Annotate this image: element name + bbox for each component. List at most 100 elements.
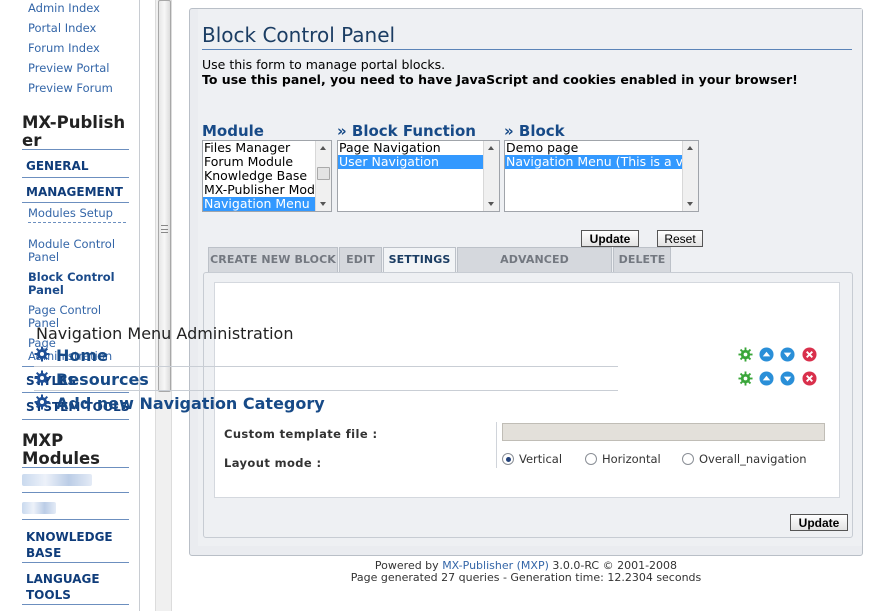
page-footer: Powered by MX-Publisher (MXP) 3.0.0-RC ©… <box>189 560 863 584</box>
divider <box>22 419 129 420</box>
radio-label: Overall_navigation <box>699 452 807 466</box>
block-label: » Block <box>504 122 565 140</box>
gear-icon[interactable] <box>34 394 50 410</box>
custom-template-input[interactable] <box>502 423 825 441</box>
block-function-option-selected[interactable]: User Navigation <box>338 155 499 169</box>
module-option[interactable]: Knowledge Base <box>203 169 331 183</box>
sidebar-link-portal-index[interactable]: Portal Index <box>28 22 96 35</box>
module-option[interactable]: Forum Module <box>203 155 331 169</box>
javascript-warning: To use this panel, you need to have Java… <box>202 72 798 87</box>
module-option[interactable]: MX-Publisher Mod <box>203 183 331 197</box>
sidebar-link-module-control-panel[interactable]: Module Control Panel <box>28 238 128 264</box>
module-option-selected[interactable]: Navigation Menu <box>203 197 331 211</box>
divider <box>22 562 129 563</box>
admin-sidebar: Admin Index Portal Index Forum Index Pre… <box>0 0 140 611</box>
listbox-scrollbar[interactable] <box>315 141 331 211</box>
divider <box>22 149 129 150</box>
listbox-scrollbar[interactable] <box>682 141 698 211</box>
layout-mode-label: Layout mode : <box>224 456 322 470</box>
delete-icon[interactable] <box>802 347 817 362</box>
custom-template-label: Custom template file : <box>224 427 378 441</box>
divider <box>22 492 129 493</box>
intro-text: Use this form to manage portal blocks. <box>202 57 446 72</box>
listbox-scrollbar[interactable] <box>483 141 499 211</box>
tab-advanced-permissions[interactable]: ADVANCED PERMISSIONS <box>457 247 612 290</box>
frame-scrollbar[interactable] <box>155 0 172 611</box>
divider <box>496 422 497 468</box>
layout-option-vertical[interactable]: Vertical <box>502 452 562 466</box>
gear-icon[interactable] <box>34 346 50 362</box>
divider <box>34 366 618 367</box>
divider <box>28 222 126 223</box>
scrollbar-thumb[interactable] <box>317 167 330 180</box>
block-function-label: » Block Function <box>337 122 476 140</box>
scroll-up-arrow-icon[interactable] <box>687 146 693 150</box>
block-function-select[interactable]: Page Navigation User Navigation <box>337 140 500 212</box>
divider <box>22 467 129 468</box>
divider <box>22 392 129 393</box>
sidebar-section-general[interactable]: GENERAL <box>26 158 88 174</box>
blurred-module-link[interactable] <box>22 474 92 486</box>
delete-icon[interactable] <box>802 371 817 386</box>
scroll-down-arrow-icon[interactable] <box>687 202 693 206</box>
layout-option-overall-navigation[interactable]: Overall_navigation <box>682 452 807 466</box>
move-down-icon[interactable] <box>780 371 795 386</box>
tab-delete[interactable]: DELETE <box>613 247 671 272</box>
block-select[interactable]: Demo page Navigation Menu (This is a v <box>504 140 699 212</box>
gear-icon[interactable] <box>34 370 50 386</box>
move-up-icon[interactable] <box>759 347 774 362</box>
edit-gear-icon[interactable] <box>738 347 753 362</box>
scroll-up-arrow-icon[interactable] <box>320 146 326 150</box>
add-navigation-category-link[interactable]: Add new Navigation Category <box>56 394 325 414</box>
scroll-down-arrow-icon[interactable] <box>320 202 326 206</box>
main-content-frame: Block Control Panel Use this form to man… <box>189 8 863 556</box>
edit-gear-icon[interactable] <box>738 371 753 386</box>
block-option-selected[interactable]: Navigation Menu (This is a v <box>505 155 682 169</box>
sidebar-link-block-control-panel[interactable]: Block Control Panel <box>28 271 128 297</box>
nav-category-resources[interactable]: Resources <box>56 370 149 390</box>
page-title: Block Control Panel <box>202 23 396 47</box>
block-function-option[interactable]: Page Navigation <box>338 141 499 155</box>
sidebar-mxp-modules-title: MXP Modules <box>22 431 100 468</box>
sidebar-link-forum-index[interactable]: Forum Index <box>28 42 100 55</box>
tab-create-new-block[interactable]: CREATE NEW BLOCK <box>208 247 338 272</box>
reset-button[interactable]: Reset <box>657 230 703 247</box>
update-button[interactable]: Update <box>581 230 639 247</box>
radio-button[interactable] <box>585 453 597 465</box>
sidebar-module-knowledge-base[interactable]: KNOWLEDGE BASE <box>26 529 116 561</box>
move-down-icon[interactable] <box>780 347 795 362</box>
nav-admin-title: Navigation Menu Administration <box>36 324 294 343</box>
module-option[interactable]: Files Manager <box>203 141 331 155</box>
sidebar-module-language-tools[interactable]: LANGUAGE TOOLS <box>26 571 116 603</box>
divider <box>22 519 129 520</box>
tab-edit[interactable]: EDIT <box>339 247 382 272</box>
sidebar-link-preview-portal[interactable]: Preview Portal <box>28 62 109 75</box>
scroll-up-arrow-icon[interactable] <box>488 146 494 150</box>
update-bottom-button[interactable]: Update <box>790 514 848 531</box>
blurred-module-link[interactable] <box>22 502 56 514</box>
radio-button-checked[interactable] <box>502 453 514 465</box>
sidebar-section-management[interactable]: MANAGEMENT <box>26 184 123 200</box>
block-option[interactable]: Demo page <box>505 141 698 155</box>
tab-settings[interactable]: SETTINGS <box>383 247 456 273</box>
divider <box>22 177 129 178</box>
move-up-icon[interactable] <box>759 371 774 386</box>
divider <box>22 202 129 203</box>
nav-category-home[interactable]: Home <box>56 346 108 366</box>
radio-label: Horizontal <box>602 452 661 466</box>
sidebar-link-preview-forum[interactable]: Preview Forum <box>28 82 113 95</box>
module-select[interactable]: Files Manager Forum Module Knowledge Bas… <box>202 140 332 212</box>
divider <box>34 390 618 391</box>
nav-category-row: Resources <box>34 370 818 392</box>
sidebar-link-modules-setup[interactable]: Modules Setup <box>28 207 113 220</box>
add-category-row: Add new Navigation Category <box>34 394 818 416</box>
sidebar-link-admin-index[interactable]: Admin Index <box>28 2 100 15</box>
divider <box>22 604 129 605</box>
grip-icon <box>161 225 168 233</box>
scroll-down-arrow-icon[interactable] <box>488 202 494 206</box>
layout-option-horizontal[interactable]: Horizontal <box>585 452 661 466</box>
generation-stats: Page generated 27 queries - Generation t… <box>350 571 702 584</box>
sidebar-mxp-title: MX-Publisher <box>22 113 126 150</box>
radio-button[interactable] <box>682 453 694 465</box>
module-label: Module <box>202 122 264 140</box>
